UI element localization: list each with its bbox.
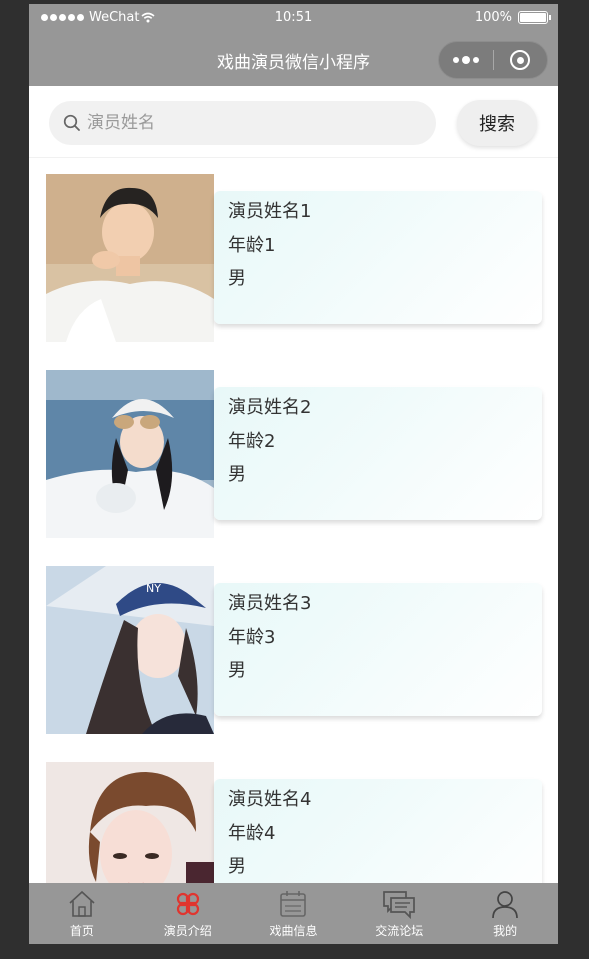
- actor-gender: 男: [228, 856, 246, 877]
- actor-item[interactable]: 演员姓名2 年龄2 男: [46, 370, 546, 538]
- tab-label: 演员介绍: [163, 924, 212, 938]
- tab-bar: 首页 演员介绍 戏曲信息 交流论坛 我的: [29, 883, 558, 944]
- actor-info-card: 演员姓名3 年龄3 男: [214, 583, 542, 716]
- close-button[interactable]: [493, 50, 547, 70]
- actor-info-card: 演员姓名1 年龄1 男: [214, 191, 542, 324]
- actor-name: 演员姓名4: [228, 789, 312, 810]
- tab-home[interactable]: 首页: [29, 883, 135, 944]
- tab-label: 首页: [69, 924, 94, 938]
- actor-photo: [46, 762, 214, 883]
- actor-age: 年龄4: [228, 823, 276, 844]
- actor-name: 演员姓名1: [228, 201, 312, 222]
- actor-name: 演员姓名3: [228, 593, 312, 614]
- tab-label: 戏曲信息: [269, 924, 318, 938]
- actor-photo: NY: [46, 566, 214, 734]
- tab-opera-info[interactable]: 戏曲信息: [241, 883, 347, 944]
- search-field[interactable]: [49, 101, 436, 145]
- actor-info-card: 演员姓名2 年龄2 男: [214, 387, 542, 520]
- nav-bar: 戏曲演员微信小程序: [29, 31, 558, 86]
- actor-gender: 男: [228, 660, 246, 681]
- svg-text:NY: NY: [146, 582, 161, 595]
- actor-item[interactable]: NY 演员姓名3 年龄3 男: [46, 566, 546, 734]
- chat-icon: [383, 891, 416, 919]
- search-input[interactable]: [87, 113, 387, 133]
- actor-age: 年龄2: [228, 431, 276, 452]
- calendar-icon: [280, 891, 307, 917]
- phone-screen: WeChat 10:51 100% 戏曲演员微信小程序 搜索: [29, 4, 558, 944]
- actor-gender: 男: [228, 464, 246, 485]
- actor-photo: [46, 174, 214, 342]
- search-icon: [63, 114, 80, 131]
- more-button[interactable]: [439, 56, 493, 64]
- status-bar: WeChat 10:51 100%: [29, 4, 558, 31]
- actor-photo: [46, 370, 214, 538]
- battery-percent: 100%: [474, 10, 512, 25]
- search-bar: 搜索: [29, 86, 558, 158]
- mini-program-capsule: [438, 41, 548, 79]
- tab-mine[interactable]: 我的: [452, 883, 558, 944]
- battery-group: 100%: [474, 10, 551, 25]
- tab-label: 交流论坛: [375, 924, 424, 938]
- search-button[interactable]: 搜索: [457, 100, 537, 146]
- tab-actors[interactable]: 演员介绍: [135, 883, 241, 944]
- tab-label: 我的: [493, 924, 518, 938]
- battery-icon: [518, 11, 551, 24]
- grid-clover-icon: [176, 892, 199, 916]
- actor-list: 演员姓名1 年龄1 男 演员姓名2 年龄2 男 NY 演员姓名3 年龄3 男 演…: [29, 159, 558, 883]
- actor-name: 演员姓名2: [228, 397, 312, 418]
- close-target-icon: [510, 50, 531, 70]
- actor-age: 年龄1: [228, 235, 276, 256]
- more-dots-icon: [452, 56, 479, 64]
- actor-age: 年龄3: [228, 627, 276, 648]
- user-icon: [492, 891, 518, 919]
- home-icon: [69, 890, 95, 917]
- tab-forum[interactable]: 交流论坛: [346, 883, 452, 944]
- actor-info-card: 演员姓名4 年龄4 男: [214, 779, 542, 883]
- actor-item[interactable]: 演员姓名4 年龄4 男: [46, 762, 546, 883]
- actor-item[interactable]: 演员姓名1 年龄1 男: [46, 174, 546, 342]
- actor-gender: 男: [228, 268, 246, 289]
